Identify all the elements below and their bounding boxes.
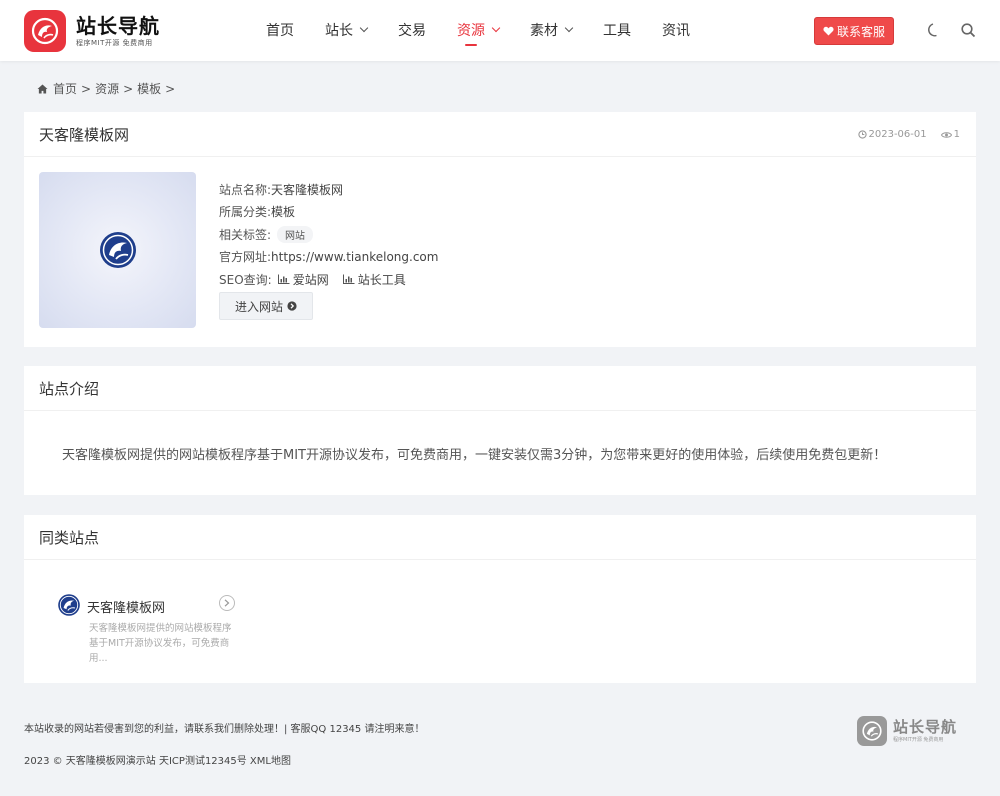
site-intro-card: 站点介绍 天客隆模板网提供的网站模板程序基于MIT开源协议发布，可免费商用，一键… — [24, 366, 976, 495]
views-meta: 1 — [940, 129, 960, 140]
nav-tools[interactable]: 工具 — [603, 0, 631, 61]
home-icon — [37, 83, 48, 94]
arrow-right-circle-icon — [287, 301, 297, 311]
intro-text: 天客隆模板网提供的网站模板程序基于MIT开源协议发布，可免费商用，一键安装仅需3… — [62, 448, 887, 463]
site-detail-card: 天客隆模板网 2023-06-01 1 站点名称: 天客隆模板网 所属分类: 模… — [24, 112, 976, 347]
enter-site-button[interactable]: 进入网站 — [219, 292, 313, 320]
nav-materials[interactable]: 素材 — [530, 0, 574, 61]
chevron-right-icon[interactable] — [219, 595, 235, 611]
site-category-row: 所属分类: 模板 — [219, 203, 296, 220]
site-meta: 2023-06-01 1 — [844, 129, 960, 140]
site-url-row: 官方网址: https://www.tiankelong.com — [219, 249, 439, 265]
dragon-logo-icon — [24, 10, 66, 52]
bar-chart-icon — [342, 274, 355, 285]
similar-site-desc: 天客隆模板网提供的网站模板程序基于MIT开源协议发布，可免费商用... — [89, 623, 232, 664]
footer-logo[interactable]: 站长导航 程序MIT开源 免费商用 — [857, 716, 957, 746]
dark-mode-toggle[interactable] — [926, 22, 942, 41]
bar-chart-icon — [277, 274, 290, 285]
moon-icon — [928, 23, 937, 37]
site-logo[interactable]: 站长导航 程序MIT开源 免费商用 — [24, 10, 160, 52]
site-title: 天客隆模板网 — [24, 112, 976, 157]
intro-heading: 站点介绍 — [24, 366, 976, 411]
similar-site-title[interactable]: 天客隆模板网 — [87, 597, 165, 616]
site-thumbnail[interactable] — [39, 172, 196, 328]
nav-trade[interactable]: 交易 — [398, 0, 426, 61]
footer-logo-title: 站长导航 — [893, 718, 958, 736]
seo-link-aizhan[interactable]: 爱站网 — [277, 271, 329, 288]
search-button[interactable] — [961, 23, 976, 41]
chevron-down-icon — [564, 23, 574, 33]
breadcrumb-home[interactable]: 首页 — [53, 80, 77, 97]
chevron-down-icon — [359, 23, 369, 33]
chevron-down-icon — [491, 23, 501, 33]
site-tags-row: 相关标签: 网站 — [219, 223, 438, 246]
eye-icon — [940, 131, 952, 138]
breadcrumb: 首页 > 资源 > 模板 > — [37, 80, 179, 97]
site-name-value: 天客隆模板网 — [271, 182, 344, 197]
site-info: 站点名称: 天客隆模板网 所属分类: 模板 相关标签: 网站 官方网址: htt… — [219, 178, 438, 291]
footer-notice: 本站收录的网站若侵害到您的利益，请联系我们删除处理！| 客服QQ 12345 请… — [24, 724, 425, 735]
footer-logo-subtitle: 程序MIT开源 免费商用 — [893, 737, 944, 743]
site-category-value[interactable]: 模板 — [271, 203, 295, 220]
site-name-row: 站点名称: 天客隆模板网 — [219, 182, 344, 197]
heart-icon — [823, 26, 834, 36]
site-seo-row: SEO查询: 爱站网 站长工具 — [219, 271, 406, 288]
tag-website[interactable]: 网站 — [277, 225, 314, 243]
dragon-logo-icon — [857, 716, 887, 746]
nav-webmaster[interactable]: 站长 — [325, 0, 369, 61]
similar-sites-card: 同类站点 天客隆模板网 天客隆模板网提供的网站模板程序基于MIT开源协议发布，可… — [24, 515, 976, 683]
footer-copyright: 2023 © 天客隆模板网演示站 天ICP测试12345号 XML地图 — [24, 756, 291, 767]
date-meta: 2023-06-01 — [857, 129, 927, 140]
logo-title: 站长导航 — [76, 14, 160, 38]
seo-link-chinaz[interactable]: 站长工具 — [342, 271, 406, 288]
site-logo-icon — [58, 594, 80, 616]
nav-resources[interactable]: 资源 — [457, 0, 501, 61]
nav-news[interactable]: 资讯 — [662, 0, 690, 61]
similar-heading: 同类站点 — [24, 515, 976, 560]
main-nav: 首页 站长 交易 资源 素材 工具 资讯 — [266, 0, 690, 61]
breadcrumb-templates[interactable]: 模板 — [137, 80, 161, 97]
contact-service-button[interactable]: 联系客服 — [814, 17, 894, 45]
nav-home[interactable]: 首页 — [266, 0, 294, 61]
clock-icon — [857, 130, 867, 139]
logo-subtitle: 程序MIT开源 免费商用 — [76, 39, 153, 47]
site-logo-icon — [99, 232, 136, 268]
search-icon — [961, 23, 976, 38]
site-url-value[interactable]: https://www.tiankelong.com — [271, 250, 438, 264]
breadcrumb-resources[interactable]: 资源 — [95, 80, 119, 97]
top-header: 站长导航 程序MIT开源 免费商用 首页 站长 交易 资源 素材 工具 资讯 联… — [0, 0, 1000, 61]
